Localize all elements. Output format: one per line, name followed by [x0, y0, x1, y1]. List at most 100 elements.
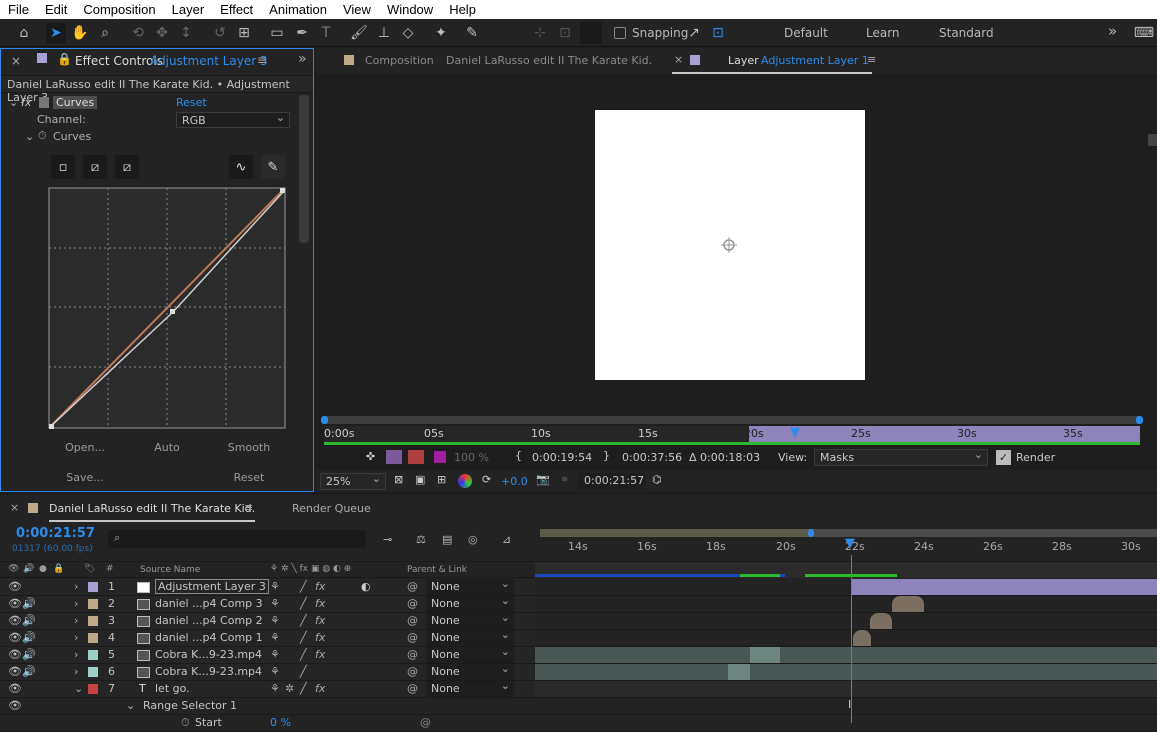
panel-menu-icon[interactable]: ≡ [257, 53, 267, 67]
menu-view[interactable]: View [335, 2, 379, 17]
curve-point[interactable] [170, 309, 175, 314]
eraser-tool-icon[interactable]: ◇ [398, 23, 418, 43]
out-point-time[interactable]: 0:00:37:56 [622, 451, 682, 464]
chevron-down-icon[interactable]: ⌄ [126, 699, 135, 712]
selection-tool-icon[interactable]: ➤ [46, 23, 66, 43]
navigator-visible-range[interactable] [540, 529, 810, 537]
workspace-default[interactable]: Default [784, 26, 828, 40]
comp-flowchart-icon[interactable]: ⊸ [383, 533, 392, 546]
curves-reset-button[interactable]: Reset [219, 471, 279, 484]
panel-expand-icon[interactable]: » [298, 51, 307, 67]
layer-clip[interactable] [750, 647, 780, 663]
layer-row[interactable]: 👁 ⌄ 7 Tlet go. ⚘ ✲ ╱ fx @ None ⌄ [0, 679, 535, 698]
fx-icon[interactable]: fx [315, 597, 325, 610]
more-workspaces-button[interactable]: » [1108, 22, 1117, 40]
snap-grid-icon[interactable]: ⊡ [708, 23, 728, 43]
composition-tab-prefix[interactable]: Composition [365, 54, 434, 67]
quality-switch-icon[interactable]: ╱ [300, 682, 307, 695]
curves-size-medium-icon[interactable]: ⧄ [83, 155, 107, 179]
out-point-icon[interactable]: } [603, 449, 610, 462]
panel-menu-icon[interactable]: ≡ [867, 53, 876, 66]
layer-clip[interactable] [535, 647, 1157, 663]
speaker-icon[interactable]: 🔊 [22, 665, 36, 678]
snapping-checkbox[interactable] [614, 27, 626, 39]
curves-save-button[interactable]: Save... [55, 471, 115, 484]
timeline-timecode[interactable]: 0:00:21:57 [16, 526, 95, 541]
chevron-right-icon[interactable]: › [74, 665, 78, 678]
lock-icon[interactable]: 🔒 [57, 52, 72, 66]
onion-skin-icon[interactable]: ✜ [366, 450, 375, 463]
eye-icon[interactable]: 👁 [8, 699, 22, 712]
share-view-icon[interactable]: ⌬ [652, 473, 662, 486]
eye-icon[interactable]: 👁 [8, 682, 22, 695]
curves-open-button[interactable]: Open... [55, 441, 115, 454]
curves-graph[interactable] [48, 187, 286, 429]
source-name-header[interactable]: Source Name [140, 565, 200, 575]
chevron-down-icon[interactable]: ⌄ [25, 130, 34, 143]
layer-search-input[interactable]: ⌕ [108, 530, 366, 548]
orbit-tool-icon[interactable]: ⟲ [128, 23, 148, 43]
playhead-icon[interactable]: ▼ [845, 536, 855, 551]
fx-icon[interactable]: fx [21, 96, 31, 109]
curves-auto-button[interactable]: Auto [137, 441, 197, 454]
pickwhip-icon[interactable]: @ [407, 580, 418, 593]
navigator-start-handle[interactable] [321, 416, 328, 424]
eye-icon[interactable]: 👁 [8, 580, 22, 593]
layer-time-navigator[interactable] [321, 416, 1143, 424]
menu-help[interactable]: Help [441, 2, 484, 17]
audio-switch-icon[interactable]: 🔊 [23, 564, 34, 574]
render-queue-tab[interactable]: Render Queue [292, 502, 371, 515]
fx-icon[interactable]: fx [315, 580, 325, 593]
anchor-tool-icon[interactable]: ⊞ [234, 23, 254, 43]
layer-clip[interactable] [535, 681, 1157, 697]
layer-name[interactable]: daniel ...p4 Comp 2 [155, 614, 263, 627]
eye-icon[interactable]: 👁 [8, 648, 22, 661]
label-color-swatch[interactable] [88, 616, 98, 626]
zoom-tool-icon[interactable]: ⌕ [95, 23, 115, 43]
channels-icon[interactable] [458, 474, 472, 488]
mask-visibility-icon[interactable]: ▣ [415, 473, 425, 486]
navigator-end-handle[interactable] [1136, 416, 1143, 424]
curves-size-small-icon[interactable]: ▫ [51, 155, 75, 179]
layer-canvas[interactable] [595, 110, 865, 380]
snapshot-icon[interactable]: 📷 [536, 473, 550, 486]
pickwhip-icon[interactable]: @ [407, 665, 418, 678]
layer-time-ruler[interactable]: 0:00s 05s 10s 15s 20s 25s 30s 35s ▼ [324, 425, 1140, 442]
curve-pencil-tool-icon[interactable]: ✎ [261, 155, 285, 179]
chevron-right-icon[interactable]: › [74, 614, 78, 627]
label-color-swatch[interactable] [88, 633, 98, 643]
quality-switch-icon[interactable]: ╱ [300, 648, 307, 661]
shy-switch-icon[interactable]: ⚘ [270, 597, 280, 610]
zoom-dropdown[interactable]: 25% [320, 471, 386, 490]
effect-toggle-icon[interactable] [39, 97, 49, 108]
frame-blending-icon[interactable]: ▤ [442, 533, 452, 546]
dolly-tool-icon[interactable]: ↕ [176, 23, 196, 43]
shy-switch-icon[interactable]: ⚘ [270, 631, 280, 644]
quality-switch-icon[interactable]: ╱ [300, 597, 307, 610]
search-help-icon[interactable]: ⌨ [1134, 23, 1154, 43]
curve-bezier-tool-icon[interactable]: ∿ [229, 155, 253, 179]
chevron-right-icon[interactable]: › [74, 580, 78, 593]
chevron-down-icon[interactable]: ⌄ [74, 682, 83, 695]
label-color-swatch[interactable] [88, 650, 98, 660]
chevron-right-icon[interactable]: › [74, 631, 78, 644]
home-icon[interactable]: ⌂ [14, 23, 34, 43]
speaker-icon[interactable]: 🔊 [22, 614, 36, 627]
view-dropdown[interactable]: Masks [814, 447, 988, 466]
lock-icon[interactable]: 🔒 [53, 564, 64, 574]
reset-exposure-icon[interactable]: ⟳ [482, 473, 491, 486]
pen-tool-icon[interactable]: ✒ [292, 23, 312, 43]
layer-clip[interactable] [892, 596, 924, 612]
fx-icon[interactable]: fx [315, 614, 325, 627]
workspace-standard[interactable]: Standard [939, 26, 994, 40]
speaker-icon[interactable]: 🔊 [22, 631, 36, 644]
graph-editor-icon[interactable]: ⊿ [502, 533, 511, 546]
curve-point[interactable] [49, 424, 54, 429]
layer-clip[interactable] [853, 630, 871, 646]
range-selector-row[interactable]: 👁 ⌄ Range Selector 1 [0, 698, 535, 715]
label-column-icon[interactable]: 🏷 [84, 564, 95, 574]
quality-switch-icon[interactable]: ╱ [300, 580, 307, 593]
label-color-swatch[interactable] [88, 667, 98, 677]
layer-name[interactable]: Cobra K...9-23.mp4 [155, 648, 262, 661]
playhead-icon[interactable]: ▼ [790, 425, 800, 440]
